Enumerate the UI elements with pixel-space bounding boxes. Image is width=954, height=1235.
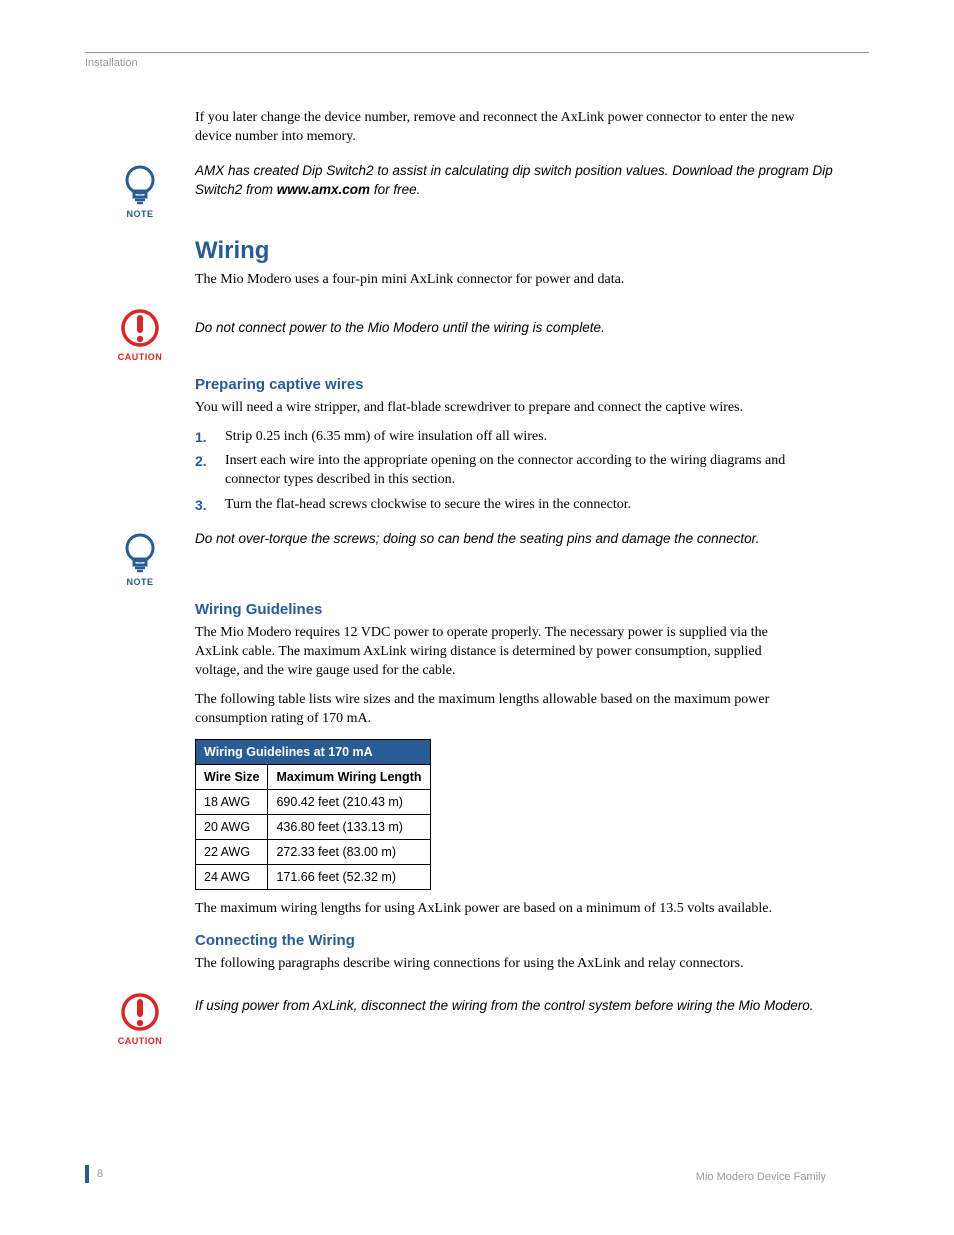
step-item: Insert each wire into the appropriate op… [195,452,805,490]
caution-label: CAUTION [118,1036,163,1046]
preparing-intro: You will need a wire stripper, and flat-… [195,399,805,418]
note-icon: NOTE [120,531,160,587]
guidelines-p2: The following table lists wire sizes and… [195,691,805,729]
table-title: Wiring Guidelines at 170 mA [196,739,431,764]
caution-icon: CAUTION [118,990,163,1046]
preparing-heading: Preparing captive wires [195,376,805,393]
col-head-size: Wire Size [196,764,268,789]
caution-label: CAUTION [118,352,163,362]
connecting-p1: The following paragraphs describe wiring… [195,955,805,974]
note-label: NOTE [126,577,153,587]
note2-text: Do not over-torque the screws; doing so … [195,529,869,549]
note-icon: NOTE [120,163,160,219]
steps-list: Strip 0.25 inch (6.35 mm) of wire insula… [195,428,805,516]
wiring-table: Wiring Guidelines at 170 mA Wire Size Ma… [195,739,431,890]
note1-text: AMX has created Dip Switch2 to assist in… [195,161,869,200]
note-label: NOTE [126,209,153,219]
caution-icon: CAUTION [118,306,163,362]
table-row: 22 AWG 272.33 feet (83.00 m) [196,839,431,864]
guidelines-p3: The maximum wiring lengths for using AxL… [195,900,805,919]
guidelines-heading: Wiring Guidelines [195,601,805,618]
step-item: Strip 0.25 inch (6.35 mm) of wire insula… [195,428,805,447]
table-row: 18 AWG 690.42 feet (210.43 m) [196,789,431,814]
table-row: 20 AWG 436.80 feet (133.13 m) [196,814,431,839]
intro-para: If you later change the device number, r… [195,109,805,147]
connecting-heading: Connecting the Wiring [195,932,805,949]
wiring-heading: Wiring [195,237,805,265]
table-row: 24 AWG 171.66 feet (52.32 m) [196,864,431,889]
caution2-text: If using power from AxLink, disconnect t… [195,996,869,1016]
caution1-text: Do not connect power to the Mio Modero u… [195,318,869,338]
step-item: Turn the flat-head screws clockwise to s… [195,496,805,515]
page-number: 8 [85,1165,103,1183]
wiring-intro: The Mio Modero uses a four-pin mini AxLi… [195,271,805,290]
col-head-length: Maximum Wiring Length [268,764,430,789]
header-section: Installation [85,57,869,69]
guidelines-p1: The Mio Modero requires 12 VDC power to … [195,624,805,681]
footer-title: Mio Modero Device Family [696,1171,826,1183]
